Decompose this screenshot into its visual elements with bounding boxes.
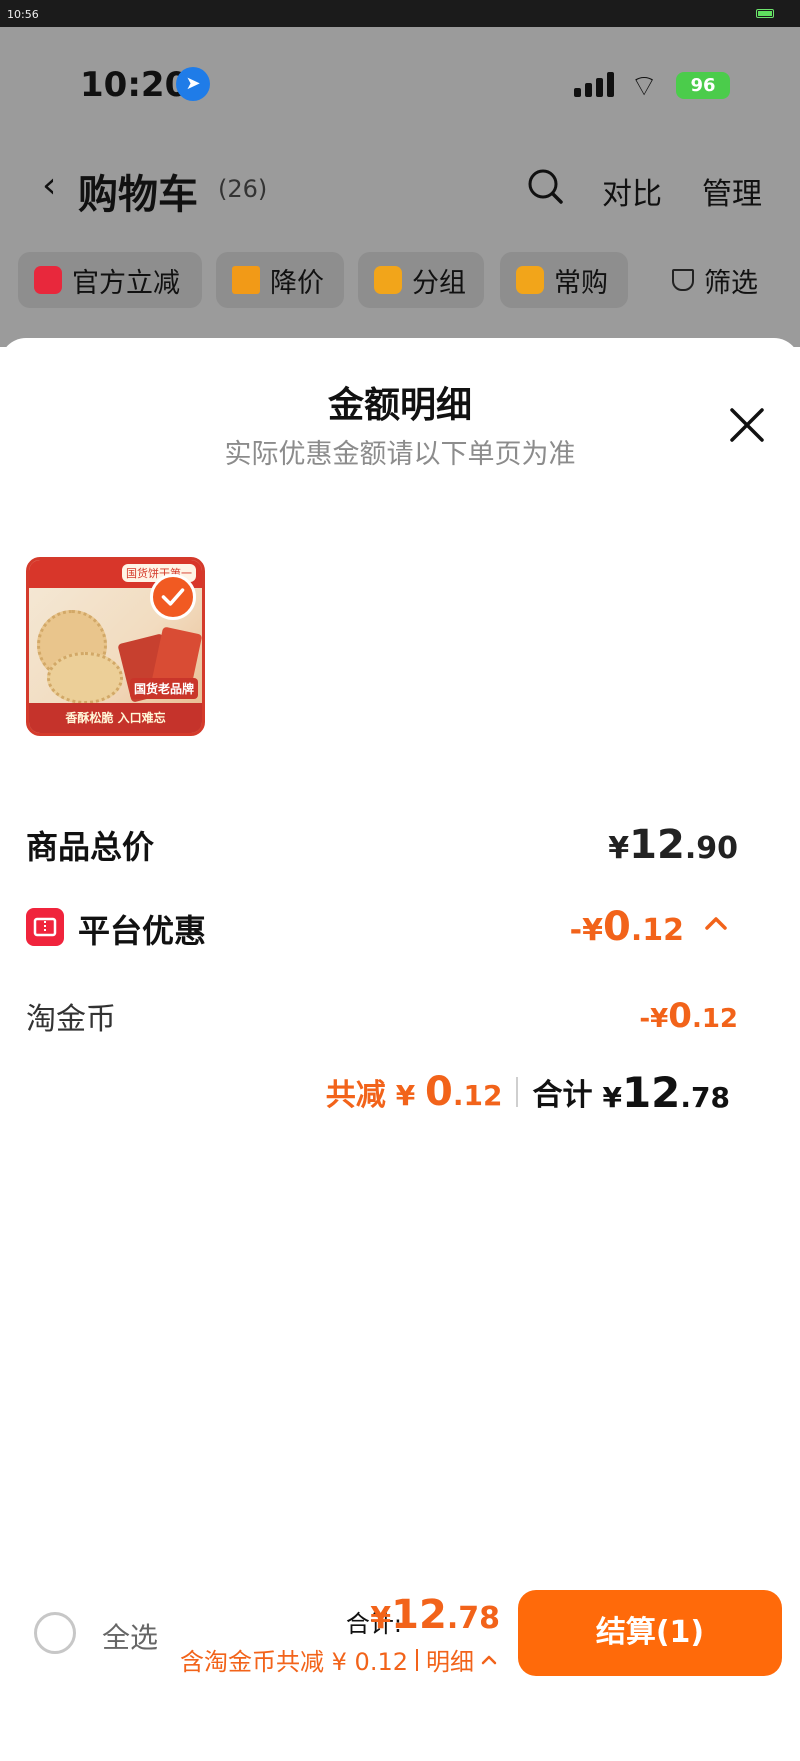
amount-decimal: .12 [452,1079,503,1112]
currency-symbol: ¥ [370,1601,392,1636]
bottom-total-value: ¥12.78 [370,1592,500,1638]
filter-label: 常购 [554,267,608,299]
filter-label: 降价 [270,267,324,299]
arrow-down-icon [232,266,260,294]
currency-symbol: ¥ [608,831,630,866]
platform-discount-value: -¥0.12 [570,904,684,950]
coin-label: 淘金币 [26,1002,116,1037]
select-all-checkbox[interactable] [34,1612,76,1654]
sheet-subtitle: 实际优惠金额请以下单页为准 [224,439,576,470]
divider [516,1077,519,1107]
cart-nav-bar: ‹ 购物车 (26) 对比 管理 [0,157,800,218]
summary-row: 共减 ¥ 0.12 合计 ¥12.78 [326,1066,730,1118]
bottom-detail-row[interactable]: 含淘金币共减 ¥ 0.12 明细 [180,1642,500,1677]
filter-label: 官方立减 [72,267,180,299]
bag-icon [516,266,544,294]
filter-bar: 官方立减 降价 分组 常购 筛选 [0,252,800,308]
outer-status-bar: 10:56 [0,0,800,27]
search-icon[interactable] [526,167,564,205]
coupon-icon [26,908,64,946]
outer-time: 10:56 [7,8,39,21]
amount-integer: 0 [668,996,692,1036]
background-cart-page: 10:20 ➤ ⌔ 96 ‹ 购物车 (26) 对比 管理 官方立减 降价 分组 [0,27,800,347]
amount-integer: 12 [629,822,685,868]
compare-button[interactable]: 对比 [602,169,662,213]
checkmark-icon[interactable] [150,574,196,620]
phone-time: 10:20 [80,65,189,105]
filter-label: 筛选 [704,267,758,299]
outer-battery-icon [756,9,774,18]
filter-label: 分组 [412,267,466,299]
chevron-up-icon[interactable] [698,906,734,942]
select-all-label[interactable]: 全选 [102,1616,158,1656]
amount-integer: 0 [603,904,631,950]
thumbnail-tag: 国货老品牌 [129,678,198,699]
sheet-title: 金额明细 [327,385,472,426]
detail-link[interactable]: 明细 [426,1642,474,1677]
thumbnail-bottom-text: 香酥松脆 入口难忘 [29,703,202,733]
biscuit-image [47,652,123,704]
coin-value: -¥0.12 [639,996,738,1036]
signal-icon [574,71,614,97]
page-title: 购物车 [78,172,198,218]
amount-prefix: -¥ [639,1004,669,1034]
battery-indicator: 96 [676,72,730,99]
phone-status-bar: 10:20 ➤ ⌔ 96 [0,27,800,147]
folder-icon [374,266,402,294]
platform-discount-label: 平台优惠 [78,912,207,950]
amount-decimal: .90 [684,831,738,866]
manage-button[interactable]: 管理 [702,169,762,213]
summary-total-label: 合计 [532,1078,593,1113]
filter-frequent[interactable]: 常购 [500,252,628,308]
wifi-icon: ⌔ [630,69,659,104]
coin-discount-text: 含淘金币共减 ¥ 0.12 [180,1648,408,1676]
checkout-button[interactable]: 结算(1) [518,1590,782,1676]
chevron-up-icon[interactable] [478,1649,500,1671]
flash-icon [34,266,62,294]
location-icon: ➤ [176,67,210,101]
divider [416,1648,418,1671]
amount-integer: 12 [391,1592,447,1638]
amount-prefix: -¥ [569,913,603,948]
amount-integer: 0 [425,1069,453,1115]
checkout-bar: 全选 合计: ¥12.78 含淘金币共减 ¥ 0.12 明细 结算(1) [0,1574,800,1694]
close-icon[interactable] [722,400,772,450]
amount-decimal: .12 [691,1004,738,1034]
goods-total-value: ¥12.90 [608,822,738,868]
amount-decimal: .12 [630,913,684,948]
total-discount-label: 共减 [325,1078,386,1113]
filter-group[interactable]: 分组 [358,252,484,308]
product-thumbnail[interactable]: 国货饼干第一 国货老品牌 香酥松脆 入口难忘 [26,557,205,736]
goods-total-label: 商品总价 [26,828,155,866]
total-discount-value: ¥ 0.12 [396,1069,503,1115]
filter-official-discount[interactable]: 官方立减 [18,252,202,308]
cart-count: (26) [218,175,268,203]
filter-icon [672,269,694,291]
currency-symbol: ¥ [395,1079,416,1112]
currency-symbol: ¥ [602,1080,622,1114]
summary-total-value: ¥12.78 [602,1068,730,1117]
amount-detail-sheet: 金额明细 实际优惠金额请以下单页为准 国货饼干第一 国货老品牌 香酥松脆 入口难… [0,338,800,1761]
amount-integer: 12 [621,1067,681,1117]
filter-price-drop[interactable]: 降价 [216,252,344,308]
back-icon[interactable]: ‹ [42,165,56,206]
filter-screen[interactable]: 筛选 [656,252,786,308]
amount-decimal: .78 [680,1080,730,1114]
amount-decimal: .78 [446,1601,500,1636]
